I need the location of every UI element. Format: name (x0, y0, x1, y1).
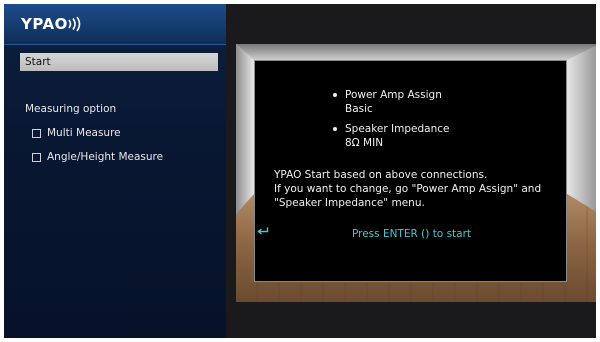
speaker-impedance-value: 8Ω MIN (345, 137, 384, 149)
room-scene: Power Amp Assign Basic Speaker Impedance… (236, 44, 596, 302)
instruction-message: YPAO Start based on above connections. I… (274, 168, 541, 210)
multi-measure-option[interactable]: Multi Measure (32, 127, 121, 139)
connection-summary: Power Amp Assign Basic Speaker Impedance… (333, 88, 449, 156)
multi-measure-label: Multi Measure (47, 127, 121, 139)
power-amp-assign-title: Power Amp Assign (345, 89, 442, 101)
logo-bar: YPAO (4, 4, 226, 45)
start-menu-item[interactable]: Start (20, 53, 218, 71)
message-line: If you want to change, go "Power Amp Ass… (274, 183, 542, 195)
to-start-label: to start (432, 228, 472, 240)
message-line: "Speaker Impedance" menu. (274, 197, 425, 209)
measuring-option-label: Measuring option (25, 103, 117, 115)
angle-height-measure-label: Angle/Height Measure (47, 151, 164, 163)
angle-height-measure-option[interactable]: Angle/Height Measure (32, 151, 163, 163)
speaker-impedance-title: Speaker Impedance (345, 123, 450, 135)
enter-return-icon (257, 227, 269, 235)
bullet-icon (333, 127, 337, 131)
sound-waves-icon (68, 16, 81, 32)
message-line: YPAO Start based on above connections. (274, 169, 488, 181)
press-enter-label: Press ENTER (351, 228, 418, 240)
power-amp-assign-item: Power Amp Assign Basic (333, 88, 449, 116)
left-panel: YPAO Start Measuring option Multi Measur… (4, 4, 226, 338)
power-amp-assign-value: Basic (345, 103, 373, 115)
ypao-screen: YPAO Start Measuring option Multi Measur… (4, 4, 596, 338)
paren-close: ) (425, 228, 430, 240)
bullet-icon (333, 93, 337, 97)
angle-height-measure-checkbox[interactable] (32, 152, 41, 162)
multi-measure-checkbox[interactable] (32, 128, 41, 138)
press-enter-prompt: Press ENTER ( ) to start (255, 227, 568, 241)
ypao-logo: YPAO (21, 15, 68, 33)
speaker-impedance-item: Speaker Impedance 8Ω MIN (333, 122, 449, 150)
info-panel: Power Amp Assign Basic Speaker Impedance… (254, 60, 567, 282)
